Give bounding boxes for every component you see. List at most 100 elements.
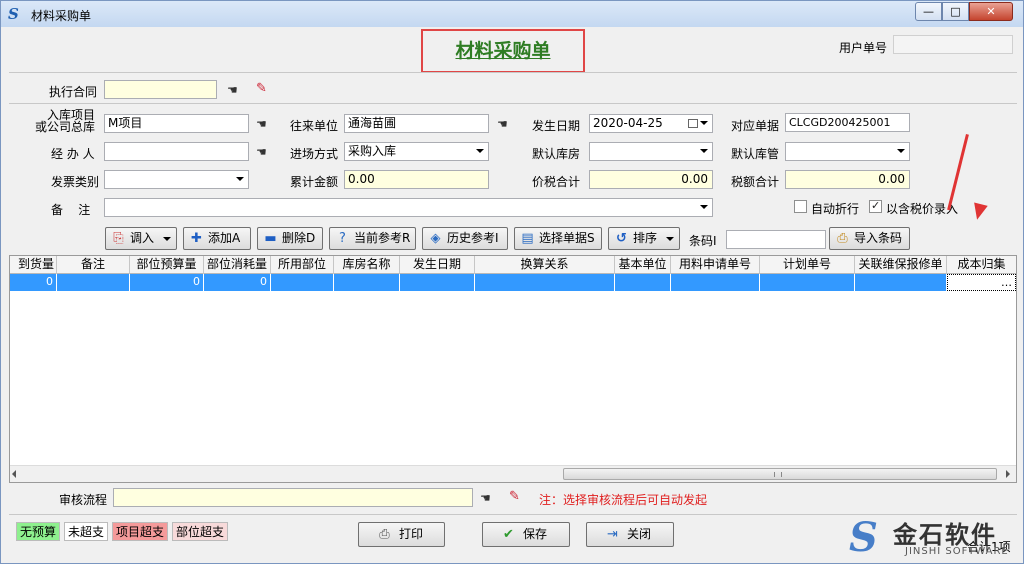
contract-label: 执行合同 (49, 85, 98, 99)
help-doc-icon: ? (339, 231, 346, 246)
grid-cell[interactable]: 0 (130, 274, 204, 291)
delete-label: 删除D (282, 231, 316, 245)
print-label: 打印 (399, 527, 424, 541)
approval-edit-icon[interactable] (509, 489, 527, 505)
add-button[interactable]: ✚ 添加A (183, 227, 251, 250)
brand-name-cn: 金石软件 (893, 521, 997, 549)
project-input[interactable]: M项目 (104, 114, 249, 133)
auto-discount-checkbox[interactable] (794, 200, 807, 213)
keeper-select[interactable] (785, 142, 910, 161)
history-ref-label: 历史参考I (447, 231, 499, 245)
approval-input[interactable] (113, 488, 473, 507)
entry-method-select[interactable]: 采购入库 (344, 142, 489, 161)
document-icon: ▤ (521, 231, 534, 246)
tax-total-label: 价税合计 (532, 175, 581, 189)
col-header[interactable]: 换算关系 (475, 256, 615, 274)
invoice-type-select[interactable] (104, 170, 249, 189)
partner-pick-icon[interactable] (497, 118, 513, 130)
handler-input[interactable] (104, 142, 249, 161)
amount-field: 0.00 (344, 170, 489, 189)
handler-pick-icon[interactable] (256, 146, 272, 158)
minimize-button[interactable]: — (915, 2, 942, 21)
chevron-down-icon[interactable] (476, 149, 484, 153)
chevron-down-icon[interactable] (897, 149, 905, 153)
col-header[interactable]: 所用部位 (271, 256, 334, 274)
ellipsis-cell-button[interactable]: … (947, 274, 1016, 291)
maximize-button[interactable]: □ (942, 2, 969, 21)
grid-cell[interactable] (671, 274, 760, 291)
checkmark-icon: ✔ (503, 527, 514, 542)
chevron-down-icon[interactable] (700, 121, 708, 125)
chevron-down-icon[interactable] (236, 177, 244, 181)
main-window: S 材料采购单 — □ ✕ 材料采购单 用户单号 执行合同 入库项目 或公司总库… (0, 0, 1024, 564)
close-label: 关闭 (627, 527, 652, 541)
title-bar[interactable]: S 材料采购单 — □ ✕ (1, 1, 1023, 27)
col-header[interactable]: 备注 (57, 256, 130, 274)
date-picker[interactable]: 2020-04-25 (589, 114, 713, 133)
date-label: 发生日期 (532, 119, 581, 133)
detail-grid[interactable]: 到货量 备注 部位预算量 部位消耗量 所用部位 库房名称 发生日期 换算关系 基… (9, 255, 1017, 483)
sort-button[interactable]: ↺ 排序 (608, 227, 680, 250)
approval-note: 注：选择审核流程后可自动发起 (539, 493, 708, 507)
partner-input[interactable]: 通海苗圃 (344, 114, 489, 133)
contract-input[interactable] (104, 80, 217, 99)
project-label: 入库项目 或公司总库 (35, 108, 96, 134)
edit-pen-icon[interactable] (256, 81, 274, 97)
user-no-input[interactable] (893, 35, 1013, 54)
col-header[interactable]: 部位预算量 (130, 256, 204, 274)
warehouse-select[interactable] (589, 142, 713, 161)
auto-discount-label: 自动折行 (811, 202, 860, 216)
close-button[interactable]: ⇥ 关闭 (586, 522, 674, 547)
grid-cell[interactable] (475, 274, 615, 291)
select-doc-button[interactable]: ▤ 选择单据S (514, 227, 602, 250)
grip-icon (774, 472, 782, 477)
brand-watermark: S 金石软件 JINSHI SOFTWARE (849, 515, 1009, 561)
scroll-thumb[interactable] (563, 468, 997, 480)
col-header[interactable]: 成本归集 (947, 256, 1016, 274)
chevron-down-icon[interactable] (700, 205, 708, 209)
tax-included-checkbox[interactable] (869, 199, 882, 213)
grid-cell[interactable] (615, 274, 671, 291)
scroll-right-icon[interactable] (1006, 470, 1010, 478)
col-header[interactable]: 计划单号 (760, 256, 855, 274)
grid-cell[interactable]: 0 (204, 274, 271, 291)
grid-cell[interactable] (57, 274, 130, 291)
col-header[interactable]: 发生日期 (400, 256, 475, 274)
grid-cell[interactable] (400, 274, 475, 291)
horizontal-scrollbar[interactable] (10, 465, 1016, 482)
sort-arrow-icon: ↺ (616, 231, 627, 246)
grid-cell[interactable] (855, 274, 947, 291)
col-header[interactable]: 库房名称 (334, 256, 400, 274)
col-header[interactable]: 用料申请单号 (671, 256, 760, 274)
grid-cell[interactable] (760, 274, 855, 291)
pick-hand-icon[interactable] (227, 84, 243, 96)
scroll-left-icon[interactable] (12, 470, 16, 478)
grid-cell[interactable]: 0 (10, 274, 57, 291)
import-button[interactable]: ⎘ 调入 (105, 227, 177, 250)
barcode-import-icon: ⎙ (837, 231, 848, 246)
print-button[interactable]: ⎙ 打印 (358, 522, 445, 547)
current-ref-button[interactable]: ? 当前参考R (329, 227, 416, 250)
project-pick-icon[interactable] (256, 118, 272, 130)
calendar-icon[interactable] (688, 119, 698, 128)
barcode-input[interactable] (726, 230, 826, 249)
close-window-button[interactable]: ✕ (969, 2, 1013, 21)
ref-doc-input[interactable]: CLCGD200425001 (785, 113, 910, 132)
save-button[interactable]: ✔ 保存 (482, 522, 570, 547)
grid-cell[interactable] (271, 274, 334, 291)
date-value: 2020-04-25 (593, 116, 663, 130)
col-header[interactable]: 到货量 (10, 256, 57, 274)
table-row[interactable]: 0 0 0 … (10, 274, 1016, 291)
divider (9, 103, 1017, 104)
grid-cell[interactable] (334, 274, 400, 291)
col-header[interactable]: 关联维保报修单 (855, 256, 947, 274)
col-header[interactable]: 基本单位 (615, 256, 671, 274)
history-ref-button[interactable]: ◈ 历史参考I (422, 227, 508, 250)
col-header[interactable]: 部位消耗量 (204, 256, 271, 274)
approval-pick-icon[interactable] (480, 492, 496, 504)
import-barcode-button[interactable]: ⎙ 导入条码 (829, 227, 910, 250)
delete-button[interactable]: ▬ 删除D (257, 227, 323, 250)
remark-select[interactable] (104, 198, 713, 217)
app-logo-icon: S (8, 5, 19, 23)
chevron-down-icon[interactable] (700, 149, 708, 153)
